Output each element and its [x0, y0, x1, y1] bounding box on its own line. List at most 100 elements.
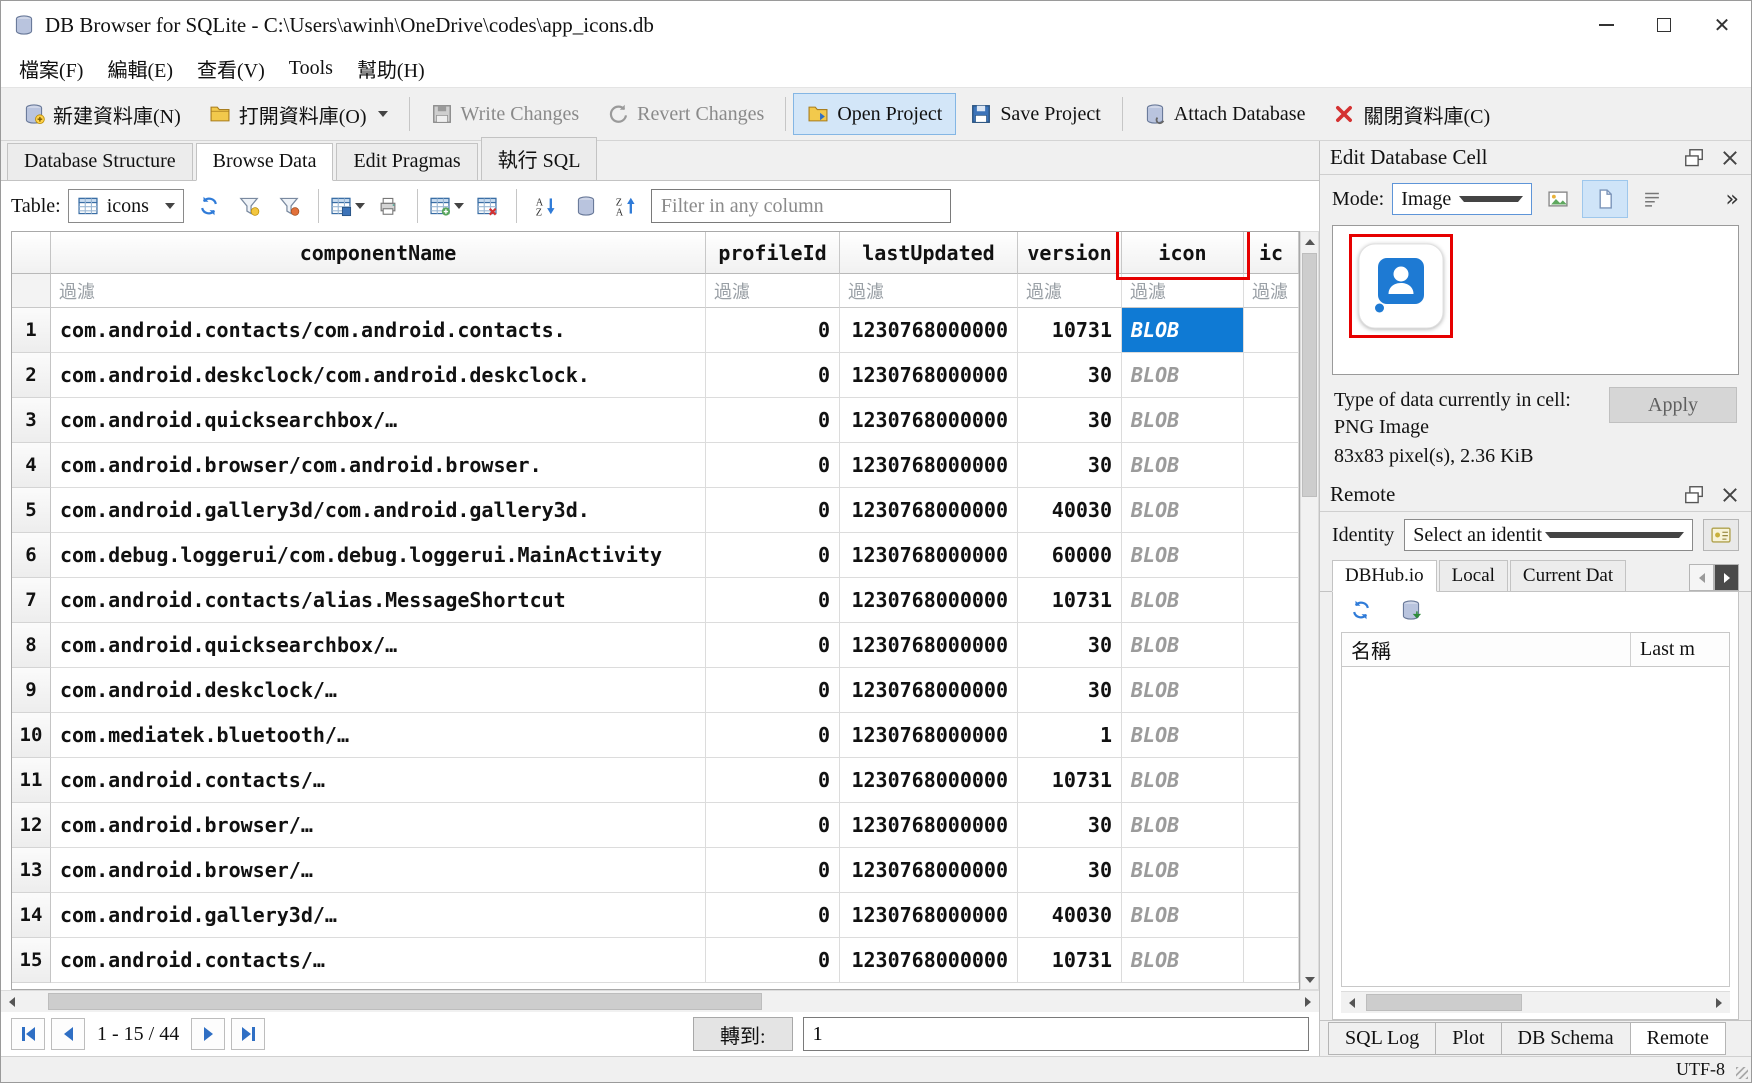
- column-filter-profileId[interactable]: 過濾: [706, 274, 840, 308]
- cell-profileId[interactable]: 0: [706, 668, 840, 713]
- row-number[interactable]: 8: [12, 623, 51, 668]
- cell-profileId[interactable]: 0: [706, 578, 840, 623]
- dropdown-arrow-icon[interactable]: [355, 203, 365, 209]
- cell-version[interactable]: 30: [1018, 443, 1122, 488]
- cell-version[interactable]: 30: [1018, 668, 1122, 713]
- table-row[interactable]: 1com.android.contacts/com.android.contac…: [12, 308, 1299, 353]
- dock-tab-db-schema[interactable]: DB Schema: [1501, 1022, 1631, 1055]
- cell-componentName[interactable]: com.android.quicksearchbox/…: [51, 623, 706, 668]
- cell-lastUpdated[interactable]: 1230768000000: [840, 713, 1018, 758]
- table-row[interactable]: 12com.android.browser/…0123076800000030B…: [12, 803, 1299, 848]
- tab-browse-data[interactable]: Browse Data: [196, 143, 334, 181]
- apply-button[interactable]: Apply: [1609, 387, 1737, 423]
- vertical-scroll-track[interactable]: [1301, 251, 1318, 970]
- cell-version[interactable]: 30: [1018, 623, 1122, 668]
- cell-version[interactable]: 60000: [1018, 533, 1122, 578]
- mode-select[interactable]: Image: [1392, 183, 1532, 215]
- minimize-button[interactable]: [1577, 1, 1635, 49]
- previous-page-button[interactable]: [51, 1018, 85, 1050]
- cell-lastUpdated[interactable]: 1230768000000: [840, 488, 1018, 533]
- remote-tab-dbhub[interactable]: DBHub.io: [1332, 560, 1437, 592]
- cell-componentName[interactable]: com.android.contacts/…: [51, 938, 706, 983]
- cell-partial[interactable]: [1244, 488, 1299, 533]
- cell-profileId[interactable]: 0: [706, 353, 840, 398]
- table-row[interactable]: 10com.mediatek.bluetooth/…01230768000000…: [12, 713, 1299, 758]
- cell-lastUpdated[interactable]: 1230768000000: [840, 353, 1018, 398]
- table-select[interactable]: icons: [68, 189, 184, 223]
- tab-database-structure[interactable]: Database Structure: [7, 143, 193, 180]
- close-panel-icon[interactable]: [1719, 147, 1741, 169]
- column-filter-componentName[interactable]: 過濾: [51, 274, 706, 308]
- cell-partial[interactable]: [1244, 443, 1299, 488]
- remote-scroll-thumb[interactable]: [1366, 994, 1521, 1011]
- cell-version[interactable]: 10731: [1018, 578, 1122, 623]
- dock-tab-remote[interactable]: Remote: [1630, 1022, 1726, 1055]
- cell-partial[interactable]: [1244, 668, 1299, 713]
- float-panel-icon[interactable]: [1683, 484, 1705, 506]
- cell-partial[interactable]: [1244, 623, 1299, 668]
- cell-componentName[interactable]: com.android.browser/…: [51, 803, 706, 848]
- dropdown-arrow-icon[interactable]: [454, 203, 464, 209]
- overflow-chevron-icon[interactable]: »: [1726, 187, 1739, 212]
- column-filter-lastUpdated[interactable]: 過濾: [840, 274, 1018, 308]
- cell-icon[interactable]: BLOB: [1122, 578, 1244, 623]
- cell-profileId[interactable]: 0: [706, 488, 840, 533]
- table-row[interactable]: 14com.android.gallery3d/…012307680000004…: [12, 893, 1299, 938]
- remote-horizontal-scrollbar[interactable]: [1341, 991, 1730, 1013]
- dock-tab-plot[interactable]: Plot: [1435, 1022, 1501, 1055]
- close-button[interactable]: ✕: [1693, 1, 1751, 49]
- table-row[interactable]: 6com.debug.loggerui/com.debug.loggerui.M…: [12, 533, 1299, 578]
- column-header-partial[interactable]: ic: [1244, 232, 1299, 274]
- cell-componentName[interactable]: com.android.gallery3d/com.android.galler…: [51, 488, 706, 533]
- cell-icon[interactable]: BLOB: [1122, 398, 1244, 443]
- revert-changes-button[interactable]: Revert Changes: [593, 93, 778, 135]
- save-view-button[interactable]: [330, 188, 366, 224]
- cell-partial[interactable]: [1244, 578, 1299, 623]
- column-header-version[interactable]: version: [1018, 232, 1122, 274]
- row-number[interactable]: 10: [12, 713, 51, 758]
- cell-profileId[interactable]: 0: [706, 803, 840, 848]
- tab-edit-pragmas[interactable]: Edit Pragmas: [336, 143, 477, 180]
- menu-file[interactable]: 檔案(F): [7, 50, 95, 87]
- vertical-scrollbar[interactable]: [1300, 231, 1319, 990]
- cell-version[interactable]: 10731: [1018, 758, 1122, 803]
- cell-componentName[interactable]: com.android.deskclock/…: [51, 668, 706, 713]
- cell-componentName[interactable]: com.debug.loggerui/com.debug.loggerui.Ma…: [51, 533, 706, 578]
- cell-version[interactable]: 1: [1018, 713, 1122, 758]
- cell-lastUpdated[interactable]: 1230768000000: [840, 803, 1018, 848]
- cell-profileId[interactable]: 0: [706, 758, 840, 803]
- tab-execute-sql[interactable]: 執行 SQL: [481, 137, 598, 180]
- cell-lastUpdated[interactable]: 1230768000000: [840, 533, 1018, 578]
- cell-lastUpdated[interactable]: 1230768000000: [840, 443, 1018, 488]
- column-header-icon[interactable]: icon: [1122, 232, 1244, 274]
- cell-icon[interactable]: BLOB: [1122, 848, 1244, 893]
- cell-icon[interactable]: BLOB: [1122, 713, 1244, 758]
- cell-partial[interactable]: [1244, 758, 1299, 803]
- scroll-left-button[interactable]: [1, 991, 23, 1013]
- remote-scroll-track[interactable]: [1363, 992, 1708, 1013]
- clear-filters-button[interactable]: [231, 188, 267, 224]
- cell-componentName[interactable]: com.android.deskclock/com.android.deskcl…: [51, 353, 706, 398]
- table-row[interactable]: 5com.android.gallery3d/com.android.galle…: [12, 488, 1299, 533]
- cell-icon[interactable]: BLOB: [1122, 893, 1244, 938]
- grid-corner-cell[interactable]: [12, 232, 51, 274]
- sort-asc-button[interactable]: AZ: [528, 188, 564, 224]
- new-database-button[interactable]: 新建資料庫(N): [9, 93, 195, 135]
- row-number[interactable]: 13: [12, 848, 51, 893]
- cell-componentName[interactable]: com.android.browser/com.android.browser.: [51, 443, 706, 488]
- menu-view[interactable]: 查看(V): [185, 50, 277, 87]
- horizontal-scroll-track[interactable]: [23, 991, 1297, 1012]
- cell-partial[interactable]: [1244, 353, 1299, 398]
- remote-tab-local[interactable]: Local: [1439, 560, 1508, 591]
- close-panel-icon[interactable]: [1719, 484, 1741, 506]
- filter-any-column-input[interactable]: [651, 189, 951, 223]
- cell-profileId[interactable]: 0: [706, 308, 840, 353]
- cell-version[interactable]: 30: [1018, 848, 1122, 893]
- scroll-down-button[interactable]: [1301, 970, 1318, 989]
- dock-tab-sql-log[interactable]: SQL Log: [1328, 1022, 1436, 1055]
- text-view-button[interactable]: [1634, 181, 1670, 217]
- dropdown-arrow-icon[interactable]: [378, 111, 388, 117]
- cell-componentName[interactable]: com.android.gallery3d/…: [51, 893, 706, 938]
- scroll-right-button[interactable]: [1297, 991, 1319, 1013]
- open-project-button[interactable]: Open Project: [793, 93, 956, 135]
